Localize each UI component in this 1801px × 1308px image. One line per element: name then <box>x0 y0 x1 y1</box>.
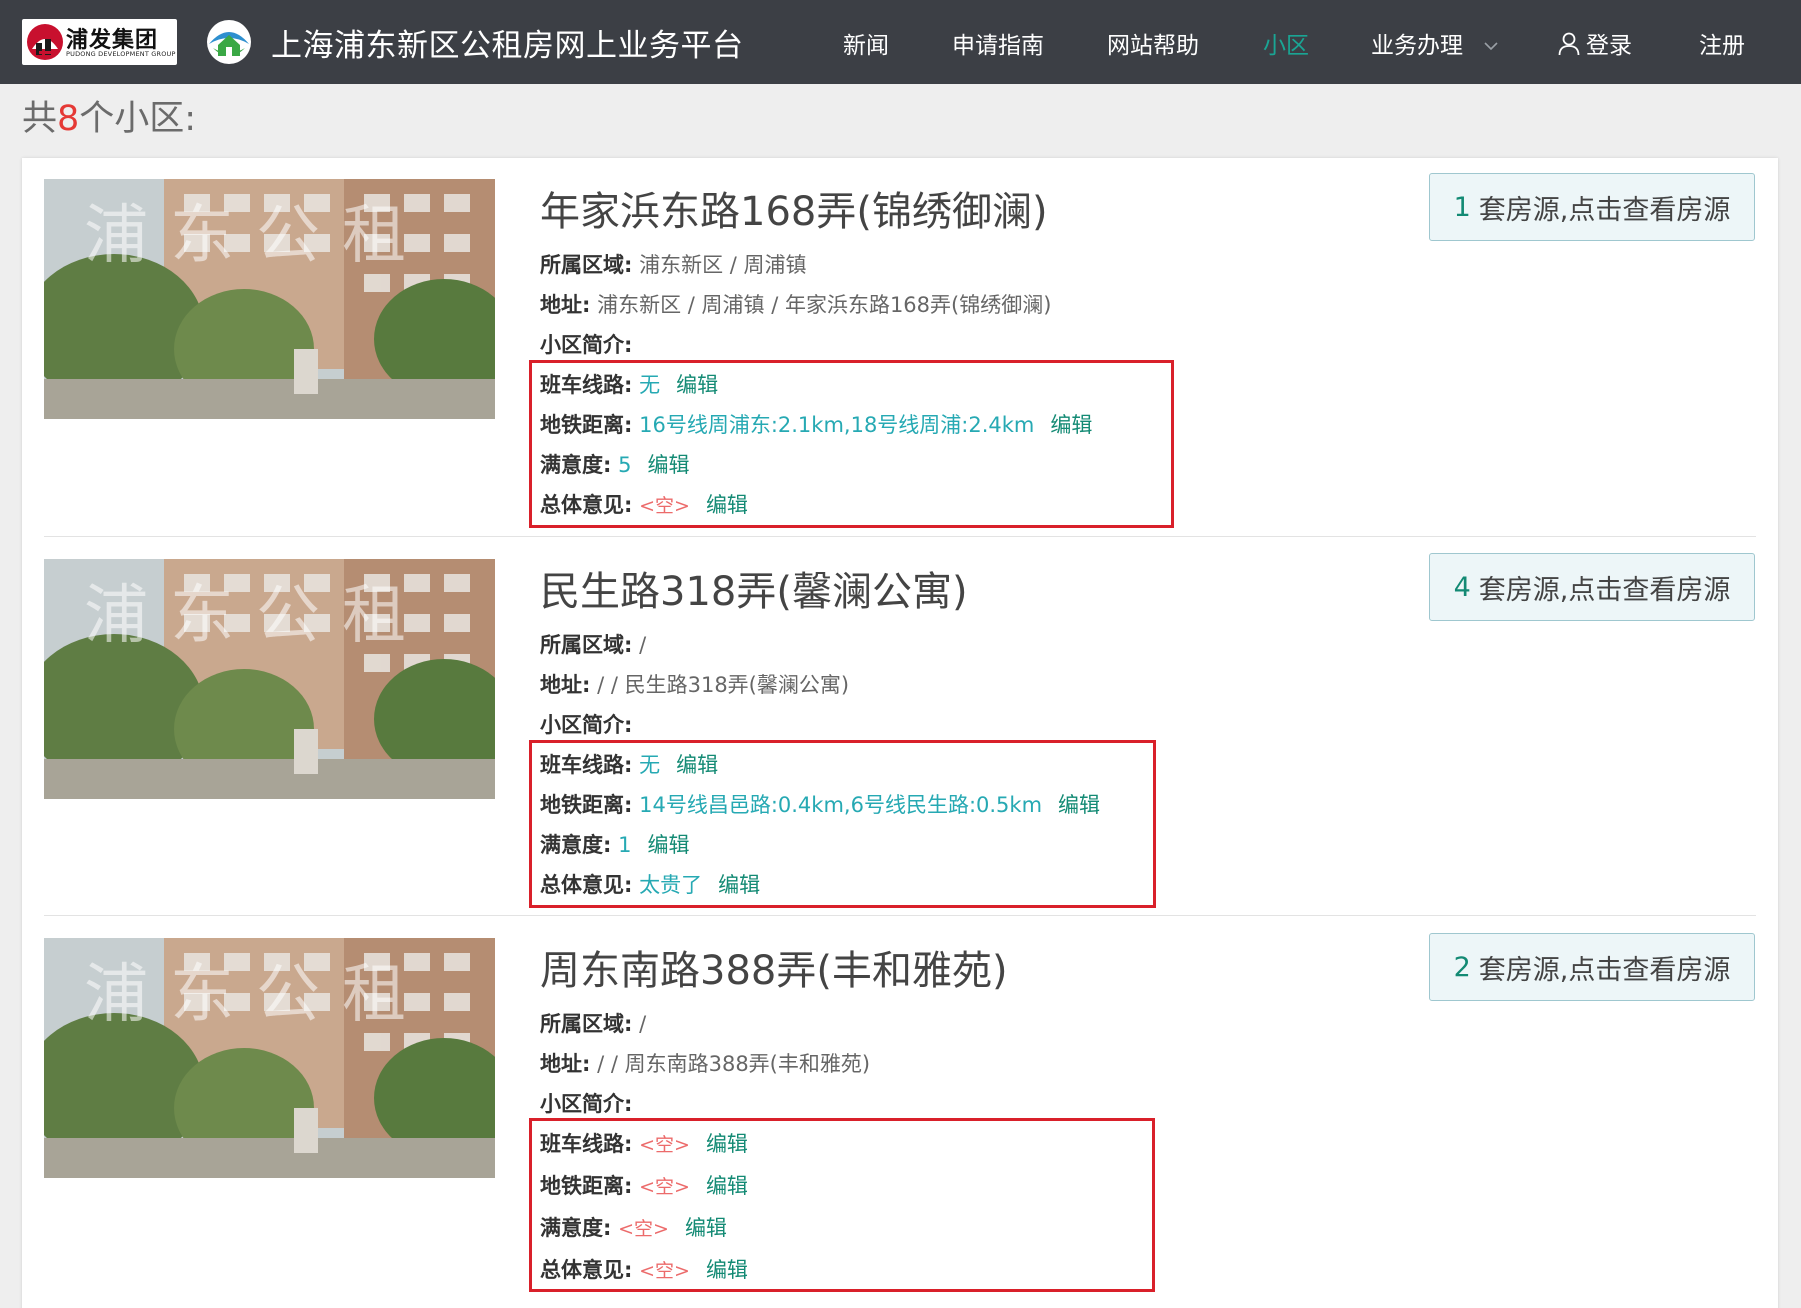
edit-shuttle-link[interactable]: 编辑 <box>676 753 718 777</box>
community-name[interactable]: 周东南路388弄(丰和雅苑) <box>540 938 1008 996</box>
community-name[interactable]: 年家浜东路168弄(锦绣御澜) <box>540 179 1048 237</box>
region-row: 所属区域: 浦东新区 / 周浦镇 <box>540 253 807 277</box>
building-photo-icon: 浦东公租 <box>44 559 495 799</box>
edit-metro-link[interactable]: 编辑 <box>1058 793 1100 817</box>
count-prefix: 共 <box>22 99 58 139</box>
edit-satisfaction-link[interactable]: 编辑 <box>685 1216 727 1240</box>
region-row: 所属区域: / <box>540 1012 647 1036</box>
community-card: 浦东公租 民生路318弄(馨澜公寓) 所属区域: / 地址: / / 民生路31… <box>44 553 1756 916</box>
building-photo-icon: 浦东公租 <box>44 179 495 419</box>
user-icon <box>1558 32 1580 56</box>
edit-opinion-link[interactable]: 编辑 <box>706 493 748 517</box>
community-card: 浦东公租 年家浜东路168弄(锦绣御澜) 所属区域: 浦东新区 / 周浦镇 地址… <box>44 173 1756 537</box>
count-number: 8 <box>57 99 80 139</box>
edit-metro-link[interactable]: 编辑 <box>1050 413 1092 437</box>
community-photo[interactable]: 浦东公租 <box>44 938 495 1178</box>
view-houses-button[interactable]: 4 套房源,点击查看房源 <box>1429 553 1755 621</box>
logo-subtext: PUDONG DEVELOPMENT GROUP <box>66 50 176 58</box>
metro-row: 地铁距离: 16号线周浦东:2.1km,18号线周浦:2.4km 编辑 <box>540 413 1093 437</box>
nav-business-label: 业务办理 <box>1371 33 1463 59</box>
edit-shuttle-link[interactable]: 编辑 <box>706 1132 748 1156</box>
shuttle-row: 班车线路: 无编辑 <box>540 753 719 777</box>
shuttle-row: 班车线路: <空> 编辑 <box>540 1132 748 1156</box>
count-suffix: 个小区: <box>79 99 197 139</box>
top-navbar: 浦发集团 PUDONG DEVELOPMENT GROUP 上海浦东新区公租房网… <box>0 0 1801 84</box>
nav-site-help[interactable]: 网站帮助 <box>1107 26 1199 60</box>
nav-register[interactable]: 注册 <box>1699 26 1745 60</box>
metro-row: 地铁距离: 14号线昌邑路:0.4km,6号线民生路:0.5km 编辑 <box>540 793 1101 817</box>
edit-metro-link[interactable]: 编辑 <box>706 1174 748 1198</box>
intro-row: 小区简介: <box>540 713 633 737</box>
view-houses-button[interactable]: 2 套房源,点击查看房源 <box>1429 933 1755 1001</box>
satisfaction-row: 满意度: 1 编辑 <box>540 833 690 857</box>
nav-community[interactable]: 小区 <box>1263 26 1309 60</box>
metro-row: 地铁距离: <空> 编辑 <box>540 1174 748 1198</box>
opinion-row: 总体意见: <空> 编辑 <box>540 493 748 517</box>
intro-row: 小区简介: <box>540 1092 633 1116</box>
chevron-down-icon <box>1484 42 1498 51</box>
edit-satisfaction-link[interactable]: 编辑 <box>647 833 689 857</box>
community-name[interactable]: 民生路318弄(馨澜公寓) <box>540 559 968 617</box>
address-row: 地址: / / 周东南路388弄(丰和雅苑) <box>540 1052 871 1076</box>
svg-text:浦东公租: 浦东公租 <box>84 958 428 1032</box>
nav-apply-guide[interactable]: 申请指南 <box>952 26 1044 60</box>
edit-opinion-link[interactable]: 编辑 <box>706 1258 748 1282</box>
nav-news[interactable]: 新闻 <box>843 26 889 60</box>
address-row: 地址: 浦东新区 / 周浦镇 / 年家浜东路168弄(锦绣御澜) <box>540 293 1052 317</box>
community-photo[interactable]: 浦东公租 <box>44 179 495 419</box>
community-photo[interactable]: 浦东公租 <box>44 559 495 799</box>
divider <box>44 536 1756 537</box>
nav-business[interactable]: 业务办理 <box>1371 26 1498 60</box>
pudong-emblem-icon <box>27 24 63 60</box>
edit-shuttle-link[interactable]: 编辑 <box>676 373 718 397</box>
svg-text:浦东公租: 浦东公租 <box>84 579 428 653</box>
divider <box>44 915 1756 916</box>
intro-row: 小区简介: <box>540 333 633 357</box>
house-logo-icon <box>207 20 251 64</box>
shuttle-row: 班车线路: 无编辑 <box>540 373 719 397</box>
pudong-group-logo[interactable]: 浦发集团 PUDONG DEVELOPMENT GROUP <box>22 19 177 65</box>
edit-satisfaction-link[interactable]: 编辑 <box>647 453 689 477</box>
nav-login-label: 登录 <box>1586 33 1632 59</box>
satisfaction-row: 满意度: 5 编辑 <box>540 453 690 477</box>
region-row: 所属区域: / <box>540 633 647 657</box>
satisfaction-row: 满意度: <空> 编辑 <box>540 1216 727 1240</box>
opinion-row: 总体意见: 太贵了 编辑 <box>540 873 761 897</box>
opinion-row: 总体意见: <空> 编辑 <box>540 1258 748 1282</box>
community-card: 浦东公租 周东南路388弄(丰和雅苑) 所属区域: / 地址: / / 周东南路… <box>44 933 1756 1298</box>
view-houses-button[interactable]: 1 套房源,点击查看房源 <box>1429 173 1755 241</box>
community-count: 共8个小区: <box>22 90 196 141</box>
edit-opinion-link[interactable]: 编辑 <box>718 873 760 897</box>
svg-text:浦东公租: 浦东公租 <box>84 199 428 273</box>
site-title: 上海浦东新区公租房网上业务平台 <box>271 28 744 64</box>
community-list-panel: 浦东公租 年家浜东路168弄(锦绣御澜) 所属区域: 浦东新区 / 周浦镇 地址… <box>22 158 1778 1308</box>
building-photo-icon: 浦东公租 <box>44 938 495 1178</box>
nav-login[interactable]: 登录 <box>1558 26 1632 60</box>
address-row: 地址: / / 民生路318弄(馨澜公寓) <box>540 673 850 697</box>
